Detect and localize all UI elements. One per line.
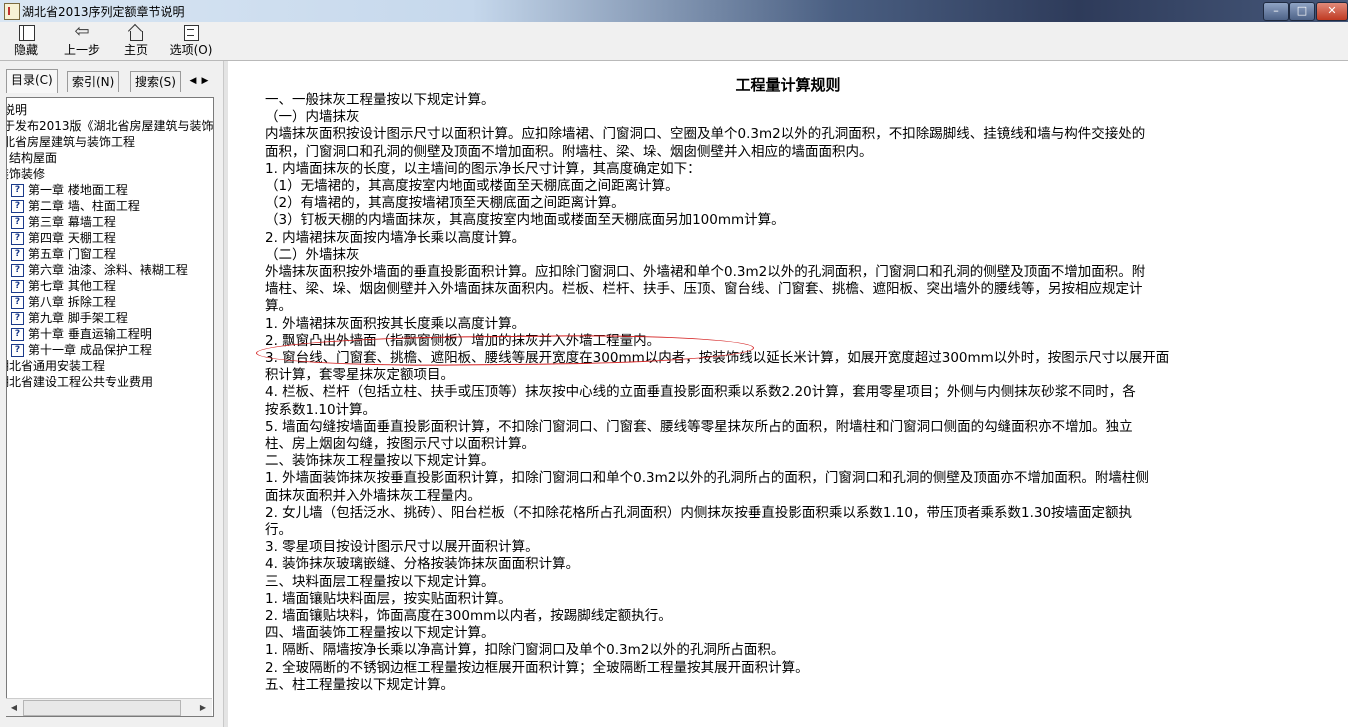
help-topic-icon: ? bbox=[11, 248, 24, 261]
home-button[interactable]: 主页 bbox=[120, 24, 152, 58]
hide-label: 隐藏 bbox=[13, 43, 38, 57]
help-topic-icon: ? bbox=[11, 296, 24, 309]
tree-item-building[interactable]: 湖北省房屋建筑与装饰工程 bbox=[7, 134, 135, 150]
help-topic-icon: ? bbox=[11, 184, 24, 197]
document-line: 内墙抹灰面积按设计图示尺寸以面积计算。应扣除墙裙、门窗洞口、空圈及单个0.3m2… bbox=[265, 126, 1146, 143]
tab-search[interactable]: 搜索(S) bbox=[130, 71, 181, 92]
contents-tree: 说明 关于发布2013版《湖北省房屋建筑与装饰 湖北省房屋建筑与装饰工程 结构屋… bbox=[6, 97, 214, 717]
home-icon bbox=[125, 24, 147, 41]
tree-item-installation[interactable]: 湖北省通用安装工程 bbox=[7, 358, 105, 374]
tree-item-chapter[interactable]: ? 第十一章 成品保护工程 bbox=[11, 342, 152, 358]
document-line: （二）外墙抹灰 bbox=[265, 246, 360, 263]
toolbar: 隐藏 ⇦ 上一步 主页 选项(O) bbox=[0, 22, 1348, 61]
document-line: 1. 外墙裙抹灰面积按其长度乘以高度计算。 bbox=[265, 315, 526, 332]
document-line: （一）内墙抹灰 bbox=[265, 109, 360, 126]
document-line: 2. 女儿墙（包括泛水、挑砖）、阳台栏板（不扣除花格所占孔洞面积）内侧抹灰按垂直… bbox=[265, 504, 1133, 521]
document-line: 1. 墙面镶贴块料面层，按实贴面积计算。 bbox=[265, 590, 512, 607]
document-line: 3. 零星项目按设计图示尺寸以展开面积计算。 bbox=[265, 539, 539, 556]
help-topic-icon: ? bbox=[11, 328, 24, 341]
document-line: 按系数1.10计算。 bbox=[265, 401, 377, 418]
title-bar: 湖北省2013序列定额章节说明 – □ ✕ bbox=[0, 0, 1348, 22]
tree-item-decoration[interactable]: 装饰装修 bbox=[7, 166, 45, 182]
scroll-left-icon[interactable]: ◀ bbox=[6, 699, 22, 716]
scroll-thumb[interactable] bbox=[23, 700, 181, 716]
tab-contents[interactable]: 目录(C) bbox=[6, 69, 58, 93]
scroll-right-icon[interactable]: ▶ bbox=[195, 699, 211, 716]
document-line: 行。 bbox=[265, 522, 292, 538]
tree-item-chapter[interactable]: ? 第五章 门窗工程 bbox=[11, 246, 116, 262]
document-line: 外墙抹灰面积按外墙面的垂直投影面积计算。应扣除门窗洞口、外墙裙和单个0.3m2以… bbox=[265, 264, 1146, 280]
home-label: 主页 bbox=[123, 43, 148, 57]
document-line: 面积，门窗洞口和孔洞的侧壁及顶面不增加面积。附墙柱、梁、垛、烟囱侧壁并入相应的墙… bbox=[265, 143, 873, 160]
document-line: （1）无墙裙的，其高度按室内地面或楼面至天棚底面之间距离计算。 bbox=[265, 178, 679, 194]
tree-item-chapter[interactable]: ? 第六章 油漆、涂料、裱糊工程 bbox=[11, 262, 188, 278]
help-topic-icon: ? bbox=[11, 264, 24, 277]
tab-index[interactable]: 索引(N) bbox=[67, 71, 120, 92]
help-topic-icon: ? bbox=[11, 232, 24, 245]
help-topic-icon: ? bbox=[11, 312, 24, 325]
document-line: 柱、房上烟囱勾缝，按图示尺寸以面积计算。 bbox=[265, 436, 535, 452]
tree-item-chapter[interactable]: ? 第七章 其他工程 bbox=[11, 278, 116, 294]
help-topic-icon: ? bbox=[11, 200, 24, 213]
document-line: 二、装饰抹灰工程量按以下规定计算。 bbox=[265, 453, 495, 470]
document-line: 5. 墙面勾缝按墙面垂直投影面积计算，不扣除门窗洞口、门窗套、腰线等零星抹灰所占… bbox=[265, 418, 1133, 435]
tree-item-public-fees[interactable]: 湖北省建设工程公共专业费用 bbox=[7, 374, 153, 390]
tree-item-notice[interactable]: 关于发布2013版《湖北省房屋建筑与装饰 bbox=[7, 118, 213, 134]
document-line: 1. 隔断、隔墙按净长乘以净高计算，扣除门窗洞口及单个0.3m2以外的孔洞所占面… bbox=[265, 642, 785, 659]
tree-item-chapter[interactable]: ? 第二章 墙、柱面工程 bbox=[11, 198, 140, 214]
help-topic-icon: ? bbox=[11, 280, 24, 293]
close-button[interactable]: ✕ bbox=[1316, 2, 1348, 21]
tree-item-chapter[interactable]: ? 第一章 楼地面工程 bbox=[11, 182, 128, 198]
options-button[interactable]: 选项(O) bbox=[168, 24, 214, 58]
back-button[interactable]: ⇦ 上一步 bbox=[60, 21, 104, 58]
options-label: 选项(O) bbox=[169, 43, 213, 57]
document-line: 三、块料面层工程量按以下规定计算。 bbox=[265, 573, 495, 590]
document-line: 积计算，套零星抹灰定额项目。 bbox=[265, 367, 454, 384]
hide-button[interactable]: 隐藏 bbox=[8, 24, 44, 58]
document-line: 四、墙面装饰工程量按以下规定计算。 bbox=[265, 625, 495, 642]
document-line: 2. 全玻隔断的不锈钢边框工程量按边框展开面积计算；全玻隔断工程量按其展开面积计… bbox=[265, 659, 809, 676]
document-line: 4. 装饰抹灰玻璃嵌缝、分格按装饰抹灰面面积计算。 bbox=[265, 556, 580, 573]
document-line: 1. 外墙面装饰抹灰按垂直投影面积计算，扣除门窗洞口和单个0.3m2以外的孔洞所… bbox=[265, 470, 1149, 487]
options-icon bbox=[180, 24, 202, 41]
nav-tabs: 目录(C) 索引(N) 搜索(S) ◀ ▶ bbox=[0, 69, 222, 93]
help-book-icon bbox=[4, 3, 20, 20]
back-arrow-icon: ⇦ bbox=[74, 21, 90, 42]
tree-item-chapter[interactable]: ? 第九章 脚手架工程 bbox=[11, 310, 128, 326]
window-title: 湖北省2013序列定额章节说明 bbox=[22, 5, 185, 19]
document-line: （2）有墙裙的，其高度按墙裙顶至天棚底面之间距离计算。 bbox=[265, 195, 625, 212]
topic-content: 工程量计算规则 一、一般抹灰工程量按以下规定计算。 （一）内墙抹灰 内墙抹灰面积按设… bbox=[228, 61, 1348, 727]
tree-item-shuoming[interactable]: 说明 bbox=[7, 102, 27, 118]
hide-pane-icon bbox=[15, 24, 37, 41]
minimize-button[interactable]: – bbox=[1263, 2, 1289, 21]
tab-scroll-left-icon[interactable]: ◀ bbox=[188, 73, 198, 89]
tree-item-chapter[interactable]: ? 第四章 天棚工程 bbox=[11, 230, 116, 246]
tab-scroll-right-icon[interactable]: ▶ bbox=[200, 73, 210, 89]
document-line: 算。 bbox=[265, 298, 292, 315]
tree-item-structure-roof[interactable]: 结构屋面 bbox=[9, 150, 57, 166]
document-line: 2. 内墙裙抹灰面按内墙净长乘以高度计算。 bbox=[265, 229, 526, 246]
document-line: 2. 墙面镶贴块料，饰面高度在300mm以内者，按踢脚线定额执行。 bbox=[265, 608, 672, 624]
tree-item-chapter[interactable]: ? 第八章 拆除工程 bbox=[11, 294, 116, 310]
document-line: 面抹灰面积并入外墙抹灰工程量内。 bbox=[265, 487, 481, 504]
help-topic-icon: ? bbox=[11, 216, 24, 229]
back-label: 上一步 bbox=[63, 43, 100, 57]
document-line: 4. 栏板、栏杆（包括立柱、扶手或压顶等）抹灰按中心线的立面垂直投影面积乘以系数… bbox=[265, 384, 1136, 401]
document-line: 墙柱、梁、垛、烟囱侧壁并入外墙面抹灰面积内。栏板、栏杆、扶手、压顶、窗台线、门窗… bbox=[265, 281, 1143, 298]
document-line: 一、一般抹灰工程量按以下规定计算。 bbox=[265, 92, 495, 108]
help-topic-icon: ? bbox=[11, 344, 24, 357]
tree-item-chapter[interactable]: ? 第三章 幕墙工程 bbox=[11, 214, 116, 230]
document-line: 1. 内墙面抹灰的长度，以主墙间的图示净长尺寸计算，其高度确定如下： bbox=[265, 160, 701, 177]
maximize-button[interactable]: □ bbox=[1289, 2, 1315, 21]
horizontal-scrollbar[interactable]: ◀ ▶ bbox=[6, 698, 212, 716]
document-line: （3）钉板天棚的内墙面抹灰，其高度按室内地面或楼面至天棚底面另加100mm计算。 bbox=[265, 212, 785, 229]
navigation-pane: 目录(C) 索引(N) 搜索(S) ◀ ▶ 说明 关于发布2013版《湖北省房屋… bbox=[0, 61, 222, 727]
document-line: 五、柱工程量按以下规定计算。 bbox=[265, 676, 454, 693]
tree-item-chapter[interactable]: ? 第十章 垂直运输工程明 bbox=[11, 326, 152, 342]
